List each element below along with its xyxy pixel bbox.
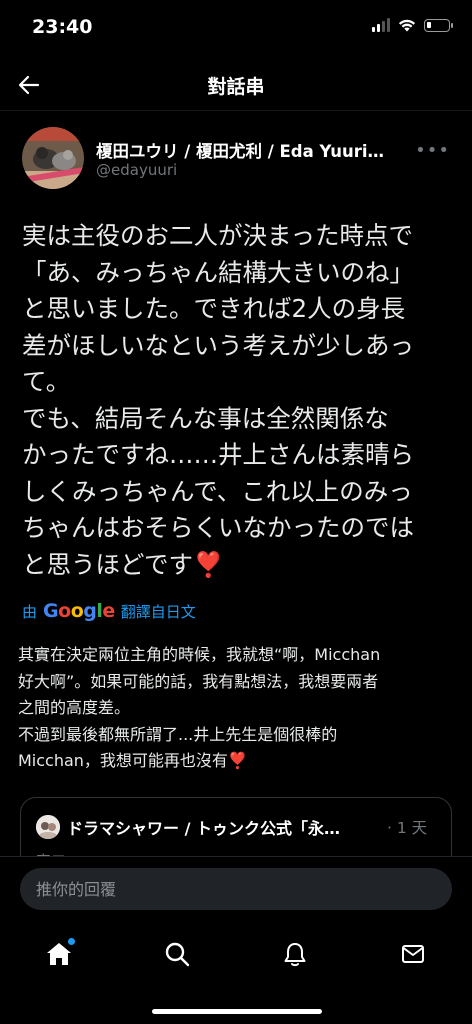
status-bar: 23:40	[0, 0, 472, 60]
tweet-text-line: 実は主役のお二人が決まった時点で	[22, 221, 414, 250]
author-avatar[interactable]	[22, 127, 84, 189]
quoted-tweet-card[interactable]: ドラマシャワー / トゥンク公式「永… · 1 天 宣二	[20, 797, 452, 856]
tweet-text-line: 「あ、みっちゃん結構大きいのね」	[22, 257, 414, 287]
tab-messages[interactable]	[395, 936, 431, 972]
status-icons	[372, 18, 453, 32]
translate-attribution[interactable]: 由 Google 翻譯自日文	[22, 600, 196, 622]
tab-home[interactable]	[41, 936, 77, 972]
tab-notifications[interactable]	[277, 936, 313, 972]
home-notification-dot	[68, 938, 75, 945]
tweet-text-line: と思いました。できれば2人の身長	[22, 294, 406, 323]
author-handle[interactable]: @edayuuri	[96, 161, 177, 179]
search-icon	[165, 942, 190, 967]
translated-line: 不過到最後都無所謂了...井上先生是個很棒的	[18, 724, 338, 744]
reply-bar	[0, 856, 472, 919]
cellular-signal-icon	[372, 18, 390, 32]
tab-search[interactable]	[159, 936, 195, 972]
tweet-text-line: しくみっちゃんで、これ以上のみっ	[22, 476, 413, 506]
translated-line: 好大啊”。如果可能的話，我有點想法，我想要兩者	[18, 671, 379, 691]
tweet-text-line: ちゃんはおそらくいなかったのでは	[22, 513, 414, 542]
wifi-icon	[398, 19, 416, 32]
tweet-text-line: 差がほしいなという考えが少しあっ	[22, 330, 414, 360]
home-indicator[interactable]	[152, 1009, 322, 1014]
page-title: 對話串	[207, 76, 265, 98]
quoted-tweet-time: · 1 天	[387, 819, 428, 837]
translate-prefix: 由	[22, 602, 38, 621]
battery-level	[427, 21, 431, 28]
translated-line: 之間的高度差。	[18, 698, 131, 717]
ellipsis-icon: •••	[415, 140, 450, 161]
quoted-author-avatar	[36, 815, 60, 839]
reply-input[interactable]	[20, 868, 452, 910]
tweet-text-line: かったですね……井上さんは素晴ら	[22, 440, 414, 469]
more-options-button[interactable]: •••	[415, 140, 450, 161]
quoted-author-name: ドラマシャワー / トゥンク公式「永…	[67, 819, 340, 838]
tweet-text-line: でも、結局そんな事は全然関係な	[22, 403, 389, 433]
translate-suffix: 翻譯自日文	[120, 602, 196, 621]
navigation-bar: 對話串	[0, 60, 472, 111]
bottom-tab-bar	[0, 918, 472, 1024]
google-logo: Google	[43, 600, 115, 622]
bell-icon	[284, 943, 306, 967]
tweet-text: 実は主役のお二人が決まった時点で 「あ、みっちゃん結構大きいのね」 と思いました…	[22, 218, 462, 583]
translated-line: 其實在決定兩位主角的時候，我就想“啊，Micchan	[18, 645, 381, 664]
mail-icon	[402, 945, 424, 963]
tweet-text-line: と思うほどです❣️	[22, 549, 224, 579]
tweet-text-line: て。	[22, 367, 71, 396]
status-time: 23:40	[32, 16, 93, 38]
tweet: 榎田ユウリ / 榎田尤利 / Eda Yuuri… @edayuuri ••• …	[0, 110, 472, 856]
battery-icon	[424, 18, 453, 32]
translated-line: Micchan，我想可能再也沒有❣️	[18, 751, 248, 770]
author-name[interactable]: 榎田ユウリ / 榎田尤利 / Eda Yuuri…	[96, 138, 384, 162]
translated-text: 其實在決定兩位主角的時候，我就想“啊，Micchan 好大啊”。如果可能的話，我…	[18, 642, 380, 775]
